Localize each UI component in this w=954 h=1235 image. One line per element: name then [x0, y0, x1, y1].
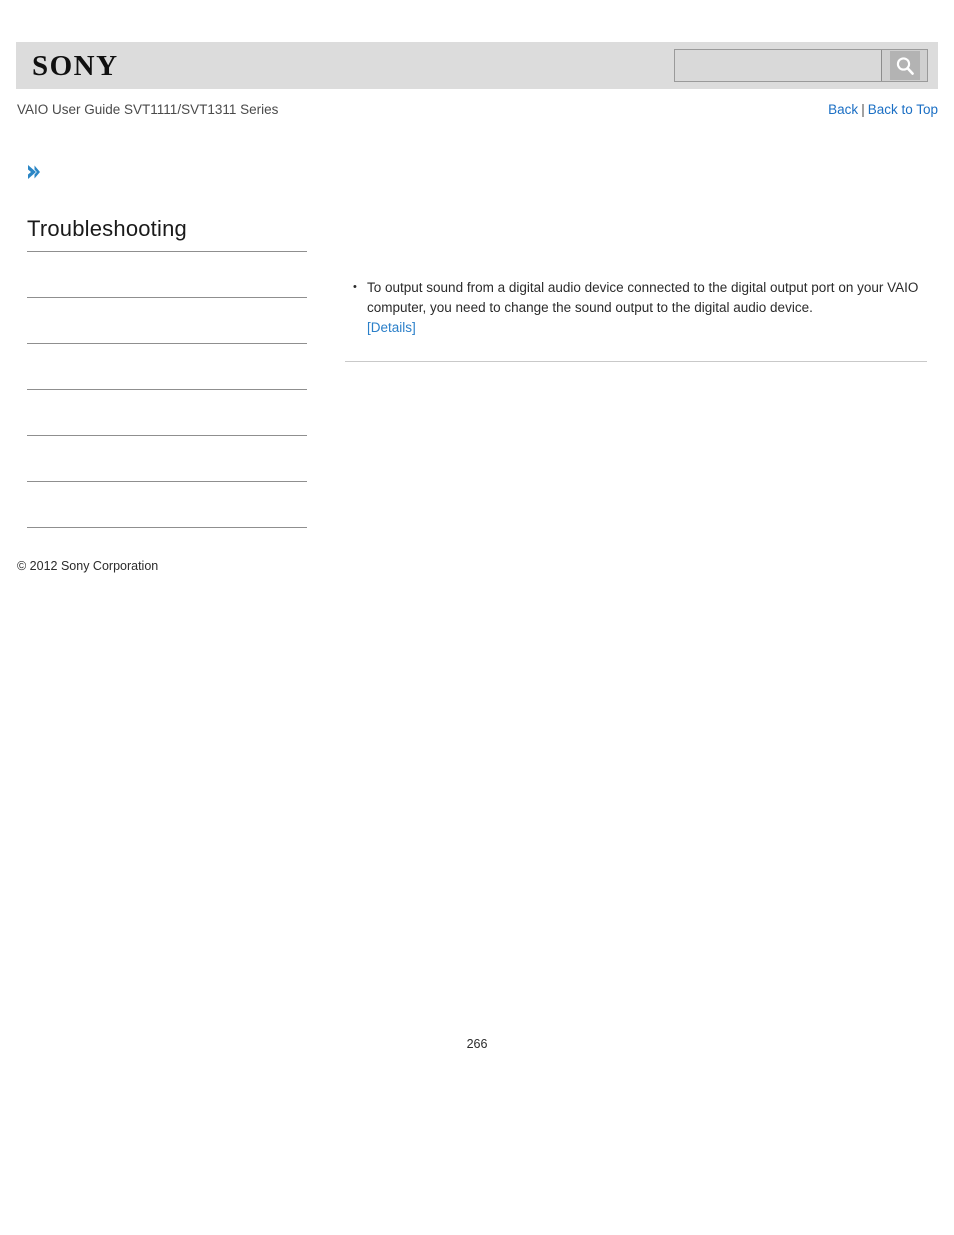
chevron-right-icon: [24, 162, 44, 182]
sidebar-item-2[interactable]: [27, 298, 307, 344]
back-link[interactable]: Back: [828, 102, 858, 117]
main-content: To output sound from a digital audio dev…: [345, 277, 927, 362]
sidebar-item-6[interactable]: [27, 482, 307, 528]
back-to-top-link[interactable]: Back to Top: [868, 102, 938, 117]
bullet-list: To output sound from a digital audio dev…: [345, 277, 927, 338]
search-icon: [889, 51, 920, 80]
header-bar: SONY: [16, 42, 938, 89]
header-nav-links: Back | Back to Top: [828, 102, 938, 117]
search-box[interactable]: [674, 49, 928, 82]
sidebar: Troubleshooting: [27, 215, 307, 528]
sidebar-item-1[interactable]: [27, 252, 307, 298]
content-divider: [345, 361, 927, 362]
nav-separator: |: [861, 102, 865, 117]
list-item: To output sound from a digital audio dev…: [353, 277, 927, 338]
bullet-text: To output sound from a digital audio dev…: [367, 280, 919, 315]
sidebar-item-5[interactable]: [27, 436, 307, 482]
guide-title: VAIO User Guide SVT1111/SVT1311 Series: [17, 102, 279, 117]
details-link[interactable]: [Details]: [367, 320, 416, 335]
copyright-notice: © 2012 Sony Corporation: [17, 559, 159, 573]
sidebar-item-3[interactable]: [27, 344, 307, 390]
search-input[interactable]: [675, 50, 881, 81]
sony-logo: SONY: [32, 50, 119, 82]
page-title: Troubleshooting: [27, 216, 187, 241]
search-button[interactable]: [881, 50, 927, 81]
page-number: 266: [466, 1037, 488, 1051]
sidebar-item-4[interactable]: [27, 390, 307, 436]
